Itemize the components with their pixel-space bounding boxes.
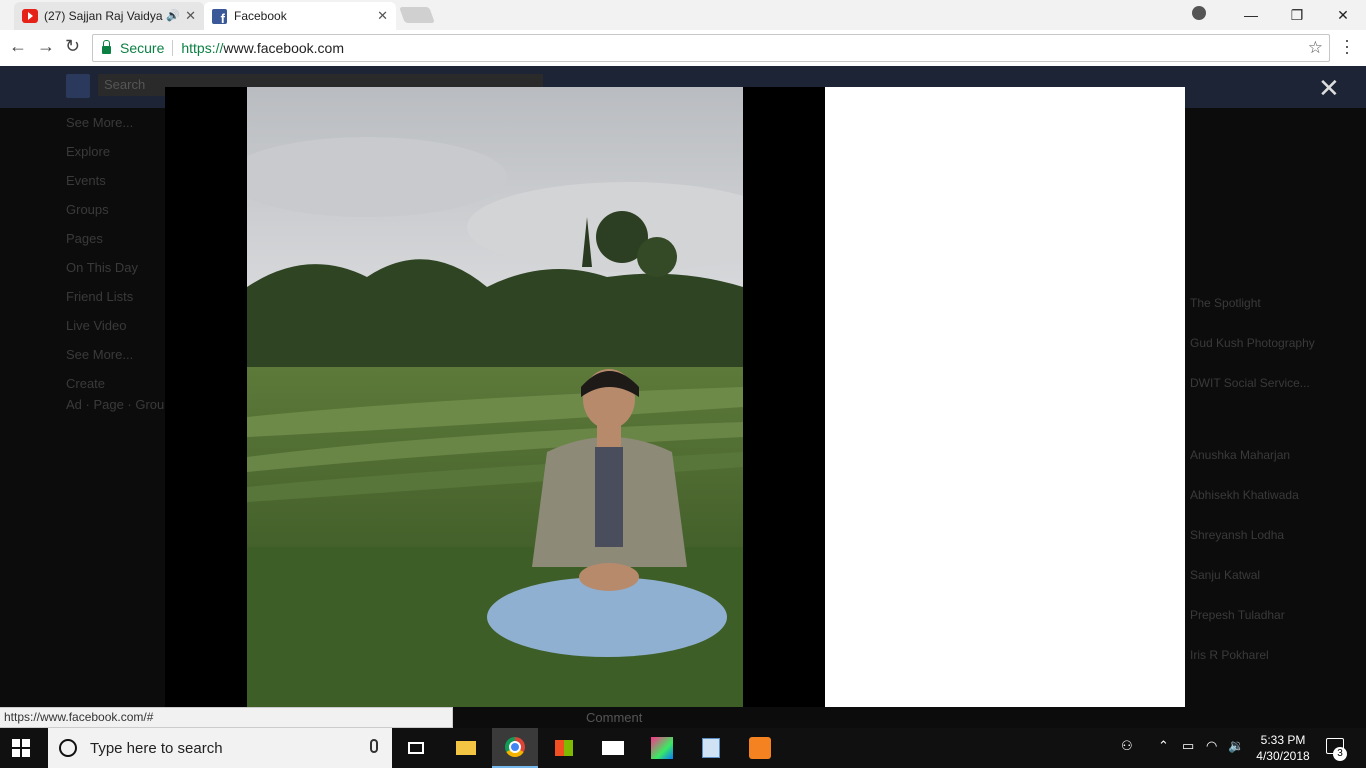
sidebar-heading: Explore: [66, 144, 111, 159]
cortana-icon: [59, 739, 77, 757]
sidebar-item[interactable]: See More...: [66, 108, 172, 137]
windows-taskbar: Type here to search ⚇ ⌃ ▭ ◠ 🔉 5:33 PM 4/…: [0, 728, 1366, 768]
tab-title: Facebook: [234, 9, 287, 23]
close-tab-icon[interactable]: ✕: [185, 8, 196, 24]
wifi-icon[interactable]: ◠: [1206, 738, 1217, 754]
contact-item[interactable]: Abhisekh Khatiwada: [1190, 488, 1340, 528]
contact-item[interactable]: Prepesh Tuladhar: [1190, 608, 1340, 648]
sidebar-item-on-this-day[interactable]: On This Day: [66, 253, 172, 282]
pdf-app-icon[interactable]: [737, 728, 783, 768]
sidebar-heading: Create: [66, 376, 106, 391]
photo-comment-panel: [825, 87, 1185, 707]
minimize-button[interactable]: —: [1228, 0, 1274, 30]
list-item[interactable]: Gud Kush Photography: [1190, 336, 1340, 376]
tab-youtube[interactable]: (27) Sajjan Raj Vaidya 🔊 ✕: [14, 2, 204, 30]
chrome-menu-icon[interactable]: · · ·: [1344, 31, 1350, 61]
new-tab-button[interactable]: [399, 7, 435, 23]
document-app-icon[interactable]: [688, 728, 734, 768]
battery-icon[interactable]: ▭: [1182, 738, 1194, 754]
show-hidden-icons-icon[interactable]: ⌃: [1158, 738, 1169, 754]
sidebar-item-friend-lists[interactable]: Friend Lists: [66, 282, 172, 311]
close-window-button[interactable]: ✕: [1320, 0, 1366, 30]
sidebar-item-events[interactable]: Events: [66, 166, 172, 195]
tab-title: (27) Sajjan Raj Vaidya: [44, 9, 163, 23]
taskbar-search-input[interactable]: Type here to search: [48, 728, 392, 768]
comment-button[interactable]: Comment: [586, 710, 642, 725]
sidebar-create-links[interactable]: Ad · Page · Group: [66, 398, 172, 412]
facebook-left-sidebar: See More... Explore Events Groups Pages …: [66, 108, 172, 412]
contact-item[interactable]: Sanju Katwal: [1190, 568, 1340, 608]
list-item[interactable]: DWIT Social Service...: [1190, 376, 1340, 448]
divider: [172, 40, 174, 56]
photo-image: [247, 87, 743, 707]
tab-strip: (27) Sajjan Raj Vaidya 🔊 ✕ Facebook ✕ — …: [0, 0, 1366, 30]
forward-icon[interactable]: →: [37, 36, 55, 57]
people-icon[interactable]: ⚇: [1121, 738, 1133, 754]
contact-item[interactable]: Anushka Maharjan: [1190, 448, 1340, 488]
contact-item[interactable]: Shreyansh Lodha: [1190, 528, 1340, 568]
maximize-button[interactable]: ❐: [1274, 0, 1320, 30]
reload-icon[interactable]: ↻: [65, 36, 80, 57]
close-tab-icon[interactable]: ✕: [377, 8, 388, 24]
sidebar-item-groups[interactable]: Groups: [66, 195, 172, 224]
sidebar-item-live-video[interactable]: Live Video: [66, 311, 172, 340]
taskbar-clock[interactable]: 5:33 PM 4/30/2018: [1249, 732, 1317, 764]
microphone-icon[interactable]: [370, 739, 378, 753]
intellij-icon[interactable]: [639, 728, 685, 768]
status-bar-url: https://www.facebook.com/#: [0, 707, 453, 728]
clock-date: 4/30/2018: [1256, 749, 1310, 763]
taskbar-search-placeholder: Type here to search: [90, 739, 223, 757]
close-lightbox-icon[interactable]: ✕: [1318, 73, 1340, 104]
bookmark-star-icon[interactable]: ☆: [1308, 38, 1323, 58]
tab-facebook[interactable]: Facebook ✕: [204, 2, 396, 30]
browser-toolbar: ← → ↻ Secure https://www.facebook.com ☆ …: [0, 30, 1366, 67]
facebook-logo-icon[interactable]: [66, 74, 90, 98]
chrome-icon[interactable]: [492, 728, 538, 768]
profile-icon[interactable]: [1192, 6, 1206, 20]
mail-icon[interactable]: [590, 728, 636, 768]
store-icon[interactable]: [541, 728, 587, 768]
sidebar-item[interactable]: See More...: [66, 340, 172, 369]
speaker-icon[interactable]: 🔊: [166, 9, 180, 22]
windows-start-icon[interactable]: [12, 739, 30, 757]
notification-count-badge: 3: [1333, 747, 1347, 761]
list-item[interactable]: The Spotlight: [1190, 296, 1340, 336]
clock-time: 5:33 PM: [1260, 733, 1306, 747]
address-bar[interactable]: Secure https://www.facebook.com ☆: [92, 34, 1330, 62]
url-scheme: https://: [181, 40, 224, 56]
task-view-icon[interactable]: [393, 728, 439, 768]
photo-lightbox: [165, 87, 1185, 707]
back-icon[interactable]: ←: [9, 36, 27, 57]
file-explorer-icon[interactable]: [443, 728, 489, 768]
sidebar-item-pages[interactable]: Pages: [66, 224, 172, 253]
facebook-icon: [212, 9, 227, 26]
youtube-icon: [22, 9, 38, 23]
volume-icon[interactable]: 🔉: [1228, 738, 1244, 754]
photo[interactable]: [247, 87, 743, 707]
lock-icon: [102, 40, 111, 54]
facebook-right-sidebar: The Spotlight Gud Kush Photography DWIT …: [1190, 296, 1340, 668]
url-host: www.facebook.com: [223, 40, 344, 56]
secure-label: Secure: [120, 40, 165, 56]
contact-item[interactable]: Iris R Pokharel: [1190, 648, 1340, 668]
